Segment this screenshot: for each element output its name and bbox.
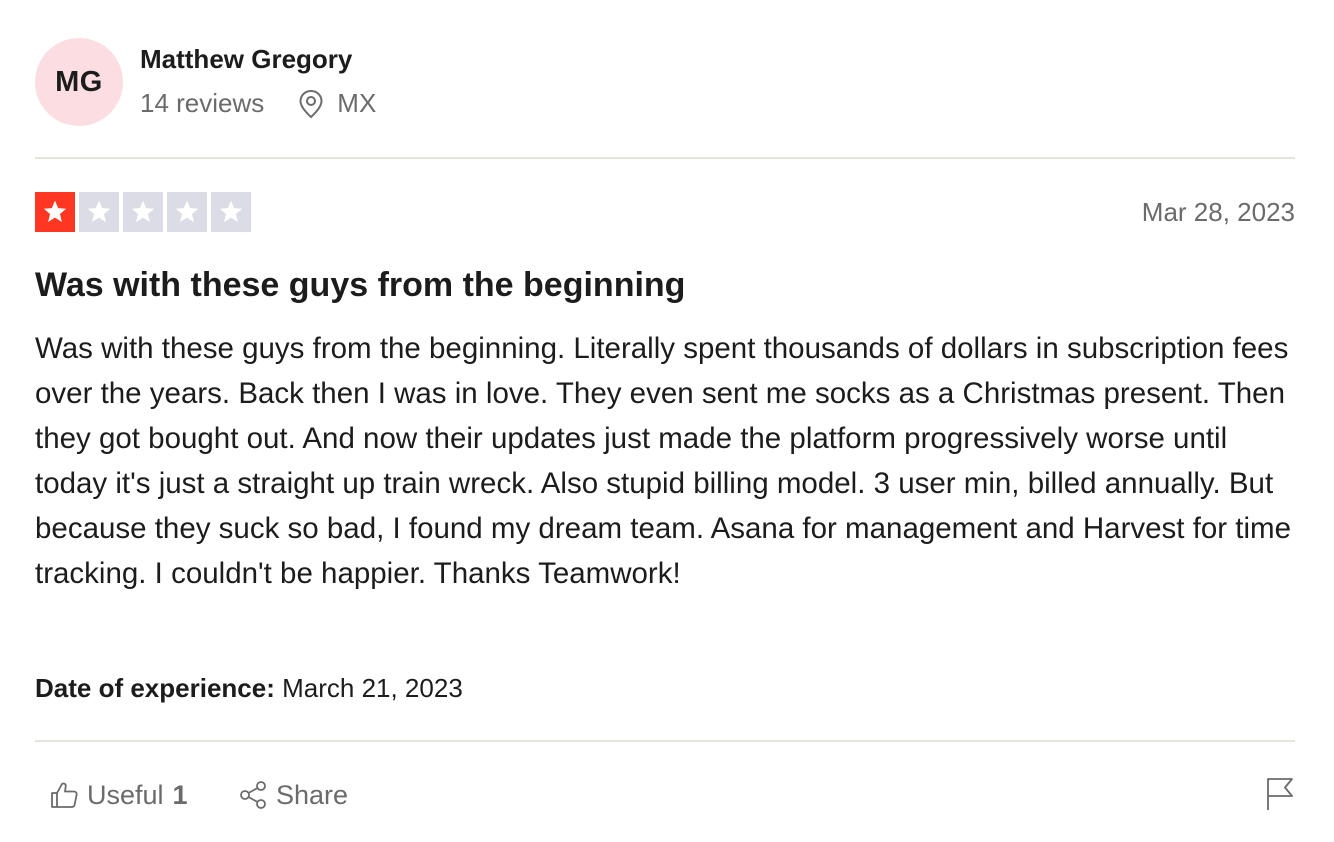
reviewer-name[interactable]: Matthew Gregory <box>140 44 352 75</box>
star-icon <box>167 192 207 232</box>
review-card: MG Matthew Gregory 14 reviews MX Mar 28,… <box>35 0 1295 842</box>
review-title[interactable]: Was with these guys from the beginning <box>35 266 685 305</box>
review-date: Mar 28, 2023 <box>1141 197 1295 227</box>
share-button[interactable]: Share <box>238 778 348 812</box>
star-icon <box>123 192 163 232</box>
reviewer-meta: 14 reviews MX <box>140 88 376 119</box>
location-pin-icon <box>298 89 324 119</box>
star-rating <box>35 192 251 232</box>
avatar-initials: MG <box>55 65 103 98</box>
date-of-experience: Date of experience: March 21, 2023 <box>35 673 463 704</box>
thumbs-up-icon <box>49 780 79 810</box>
useful-label: Useful <box>87 779 164 810</box>
share-icon <box>238 780 268 810</box>
star-icon <box>79 192 119 232</box>
reviewer-country: MX <box>337 88 377 118</box>
useful-count: 1 <box>172 779 188 810</box>
divider <box>35 157 1295 159</box>
star-icon <box>211 192 251 232</box>
review-body: Was with these guys from the beginning. … <box>35 332 1292 590</box>
reviews-count: 14 reviews <box>140 88 265 118</box>
divider <box>35 740 1295 742</box>
experience-label: Date of experience: <box>35 673 275 703</box>
share-label: Share <box>276 779 349 810</box>
star-icon <box>35 192 75 232</box>
flag-icon[interactable] <box>1265 776 1295 812</box>
avatar[interactable]: MG <box>35 38 123 126</box>
useful-button[interactable]: Useful 1 <box>49 778 188 812</box>
experience-date: March 21, 2023 <box>282 673 463 703</box>
